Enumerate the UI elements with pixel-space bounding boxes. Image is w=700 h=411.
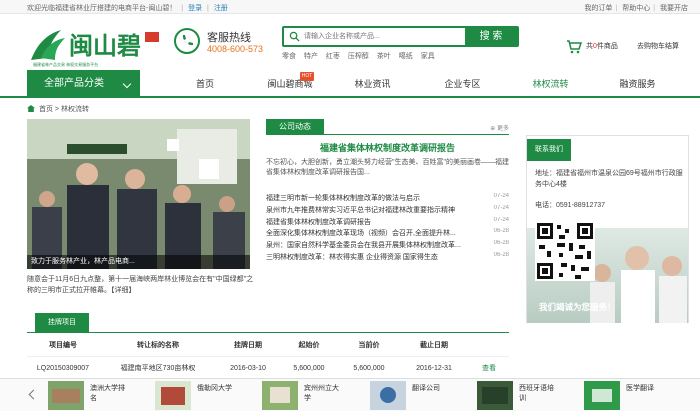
home-icon — [27, 105, 35, 112]
col-target-name: 转让标的名称 — [99, 335, 217, 357]
list-item[interactable]: 泉州市九年推费林常实习近平总书记对福建林改重要指示精神 07-24 — [266, 205, 509, 217]
open-store-link[interactable]: 我要开店 — [660, 5, 688, 12]
hotword[interactable]: 特产 — [304, 53, 318, 60]
ad-thumbnail — [477, 381, 513, 410]
contact-title: 联系我们 — [527, 139, 571, 161]
nav-home[interactable]: 首页 — [180, 70, 230, 98]
chevron-left-icon[interactable] — [28, 389, 39, 400]
listing-table: 项目编号 转让标的名称 挂牌日期 起始价 当前价 截止日期 LQ20150309… — [27, 335, 509, 380]
my-orders-link[interactable]: 我的订单 — [584, 5, 612, 12]
contact-panel: 联系我们 地址：福建省福州市温泉公园69号福州市行政服务中心4楼 电话：0591… — [526, 135, 689, 323]
nav-forestry-news[interactable]: 林业资讯 — [345, 70, 400, 98]
list-item[interactable]: 泉州：国家自然科学基金委员会在我县开展集体林权制度改革... 06-28 — [266, 240, 509, 252]
hotline-label: 客服热线 — [207, 32, 251, 44]
search-icon — [289, 31, 300, 42]
photo-description[interactable]: 随意会于11月6日九点整，第十一届海峡两岸林业博览会在有"中国绿都"之称的三明市… — [27, 274, 255, 296]
phone-icon — [174, 28, 200, 54]
nav-finance[interactable]: 融资服务 — [610, 70, 665, 98]
col-action — [469, 335, 509, 357]
top-links: 我的订单 | 帮助中心 | 我要开店 — [584, 5, 688, 12]
welcome-text: 欢迎光临福建省林业厅搭建的电商平台-闽山碧！ — [27, 5, 177, 12]
ad-thumbnail — [584, 381, 620, 410]
help-center-link[interactable]: 帮助中心 — [622, 5, 650, 12]
checkout-link[interactable]: 去购物车结算 — [637, 41, 679, 51]
news-summary: 不忘初心，大胆创新，勇立潮头努力经营"生态美、百姓富"的美丽画卷——福建省集体林… — [266, 159, 509, 176]
search-input[interactable] — [304, 30, 464, 43]
hotword[interactable]: 压榨醇 — [348, 53, 369, 60]
top-bar: 欢迎光临福建省林业厅搭建的电商平台-闽山碧！ | 登录 | 注册 我的订单 | 帮… — [0, 0, 700, 14]
contact-phone: 电话：0591-88912737 — [535, 202, 606, 209]
welcome-area: 欢迎光临福建省林业厅搭建的电商平台-闽山碧！ | 登录 | 注册 — [27, 5, 228, 12]
view-link[interactable]: 查看 — [469, 356, 509, 380]
tab-company-news[interactable]: 公司动态 — [266, 119, 324, 135]
logo-subtitle: 福建省林产品交易 林权交易服务平台 — [33, 61, 98, 67]
news-photo-image — [27, 119, 250, 269]
list-item[interactable]: 福建三明市新一轮集体林权制度改革的做法与启示 07-24 — [266, 193, 509, 205]
hotword[interactable]: 噶纸 — [399, 53, 413, 60]
hot-badge: HOT — [300, 72, 314, 81]
col-start-price: 起始价 — [279, 335, 339, 357]
hotword[interactable]: 零食 — [282, 53, 296, 60]
col-project-id: 项目编号 — [27, 335, 99, 357]
ad-item[interactable]: 西班牙语培训 — [477, 381, 577, 410]
ad-strip: 澳洲大学排名 俄勒冈大学 宾州州立大学 翻译公司 西班牙语培训 医学翻译 — [0, 378, 700, 411]
ad-thumbnail — [48, 381, 84, 410]
ad-item[interactable]: 医学翻译 — [584, 381, 684, 410]
all-categories-label: 全部产品分类 — [44, 78, 104, 89]
ad-item[interactable]: 翻译公司 — [370, 381, 470, 410]
cart-summary: 共0件商品 — [586, 43, 618, 50]
main-nav: 全部产品分类 首页 闽山碧商城 HOT 林业资讯 企业专区 林权流转 融资服务 — [0, 70, 700, 98]
col-list-date: 挂牌日期 — [217, 335, 279, 357]
list-item[interactable]: 全面深化集体林权制度改革现场（视频）会召开,全面提升林... 06-28 — [266, 228, 509, 240]
news-header: 公司动态 ⊕ 更多 — [266, 119, 509, 135]
plus-icon: ⊕ — [490, 126, 497, 132]
listing-header: 挂牌项目 — [27, 313, 509, 333]
table-header-row: 项目编号 转让标的名称 挂牌日期 起始价 当前价 截止日期 — [27, 335, 509, 357]
ad-item[interactable]: 俄勒冈大学 — [155, 381, 255, 410]
service-slogan: 我们竭诚为您服务！ — [539, 302, 616, 312]
cart[interactable]: 共0件商品 — [566, 40, 626, 54]
search-button[interactable]: 搜 索 — [465, 28, 517, 45]
header: 闽山碧 福建省林产品交易 林权交易服务平台 客服热线 4008-600-573 … — [0, 14, 700, 70]
news-photo[interactable]: 致力于服务林产业，林产品电商... — [27, 119, 250, 269]
chevron-down-icon — [122, 79, 132, 89]
register-link[interactable]: 注册 — [214, 5, 228, 12]
cart-icon — [567, 40, 583, 54]
hotline: 客服热线 4008-600-573 — [174, 28, 279, 64]
ad-thumbnail — [262, 381, 298, 410]
col-deadline: 截止日期 — [399, 335, 469, 357]
ad-thumbnail — [370, 381, 406, 410]
logo-icon: 闽山碧 福建省林产品交易 林权交易服务平台 — [31, 30, 159, 67]
ad-thumbnail — [155, 381, 191, 410]
more-link[interactable]: ⊕ 更多 — [490, 123, 509, 132]
hotline-number: 4008-600-573 — [207, 44, 264, 54]
search-box: 搜 索 — [282, 26, 519, 47]
ad-item[interactable]: 澳洲大学排名 — [48, 381, 148, 410]
breadcrumb: 首页 > 林权流转 — [27, 104, 89, 114]
ad-item[interactable]: 宾州州立大学 — [262, 381, 362, 410]
nav-enterprise[interactable]: 企业专区 — [435, 70, 490, 98]
logo-text: 闽山碧 — [69, 33, 141, 60]
nav-forest-rights[interactable]: 林权流转 — [523, 70, 578, 98]
hotword[interactable]: 家具 — [421, 53, 435, 60]
breadcrumb-home[interactable]: 首页 — [39, 106, 53, 113]
qr-code-icon — [535, 221, 595, 281]
news-headline[interactable]: 福建省集体林权制度改革调研报告 — [266, 141, 509, 154]
all-categories-button[interactable]: 全部产品分类 — [27, 70, 140, 98]
list-item[interactable]: 福建省集体林权制度改革调研报告 07-24 — [266, 217, 509, 229]
hotword[interactable]: 茶叶 — [377, 53, 391, 60]
col-current-price: 当前价 — [339, 335, 399, 357]
breadcrumb-current: 林权流转 — [60, 106, 89, 113]
list-item[interactable]: 三明林权制度改革：林农得实惠 企业得资源 国家得生态 06-28 — [266, 252, 509, 264]
table-row[interactable]: LQ20150309007 福建南平地区730亩林权 2016-03-10 5,… — [27, 356, 509, 380]
contact-address: 地址：福建省福州市温泉公园69号福州市行政服务中心4楼 — [535, 170, 683, 188]
login-link[interactable]: 登录 — [188, 5, 202, 12]
tab-listed-projects[interactable]: 挂牌项目 — [35, 313, 89, 333]
hotword[interactable]: 红枣 — [326, 53, 340, 60]
site-logo[interactable]: 闽山碧 福建省林产品交易 林权交易服务平台 — [27, 24, 177, 68]
hot-keywords: 零食 特产 红枣 压榨醇 茶叶 噶纸 家具 — [282, 51, 441, 61]
news-list: 福建三明市新一轮集体林权制度改革的做法与启示 07-24 泉州市九年推费林常实习近… — [266, 193, 509, 264]
photo-caption: 致力于服务林产业，林产品电商... — [27, 255, 250, 269]
